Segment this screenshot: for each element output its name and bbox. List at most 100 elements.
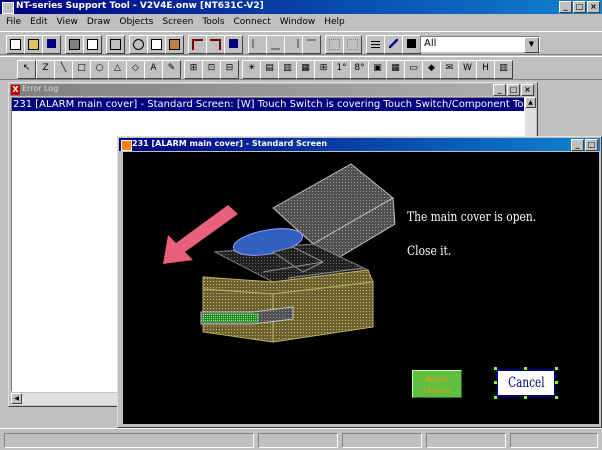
menu-window[interactable]: Window	[280, 17, 316, 27]
standard-toolbar: All ▼	[0, 31, 602, 55]
menu-draw[interactable]: Draw	[87, 17, 111, 27]
alarm-history-label-2: history	[423, 386, 451, 395]
error-log-minimize-button[interactable]: _	[493, 84, 506, 96]
print-preview-icon[interactable]	[83, 35, 102, 54]
window-icon[interactable]: W	[458, 60, 477, 79]
selection-handle[interactable]	[523, 395, 528, 400]
library-icon[interactable]: ⊡	[202, 60, 221, 79]
draw-toolbar: ↖ Z ╲ □ ○ △ ◇ A ✎ ⊞ ⊡ ⊟ ☀ ▤ ▥ ▦ ⊞ 1° 8° …	[0, 56, 602, 80]
properties-icon[interactable]	[106, 35, 125, 54]
menu-view[interactable]: View	[57, 17, 78, 27]
new-file-icon[interactable]	[6, 35, 25, 54]
message-icon[interactable]: ✉	[440, 60, 459, 79]
status-panel-2	[258, 433, 338, 448]
redo-icon[interactable]	[206, 35, 225, 54]
help-cursor-icon[interactable]	[224, 35, 243, 54]
bar-graph-icon[interactable]: ▣	[368, 60, 387, 79]
diamond-icon[interactable]: ◇	[126, 60, 145, 79]
polyline-icon[interactable]: Z	[36, 60, 55, 79]
screen-canvas[interactable]: The main cover is open. Close it. Alarm …	[123, 152, 599, 424]
screen-editor-window: 231 [ALARM main cover] - Standard Screen…	[117, 136, 602, 428]
lamp-icon[interactable]: ☀	[242, 60, 261, 79]
layer-icon[interactable]	[402, 35, 421, 54]
menu-objects[interactable]: Objects	[119, 17, 153, 27]
status-panel-5	[510, 433, 598, 448]
circle-icon[interactable]: ○	[90, 60, 109, 79]
group-icon[interactable]	[325, 35, 344, 54]
select-pointer-icon[interactable]: ↖	[17, 60, 36, 79]
screen-icon	[121, 140, 132, 151]
string-display-icon[interactable]: ▦	[296, 60, 315, 79]
polygon-icon[interactable]: △	[108, 60, 127, 79]
frame-icon[interactable]: ⊟	[220, 60, 239, 79]
text-icon[interactable]: A	[144, 60, 163, 79]
screen-minimize-button[interactable]: _	[571, 139, 584, 151]
menu-connect[interactable]: Connect	[234, 17, 271, 27]
mark-icon[interactable]: ✎	[162, 60, 181, 79]
string-input-icon[interactable]: 8°	[350, 60, 369, 79]
selection-handle[interactable]	[554, 366, 559, 371]
align-right-icon[interactable]	[284, 35, 303, 54]
numeral-input-icon[interactable]: 1°	[332, 60, 351, 79]
error-log-title-bar: X Error Log _ □ ×	[10, 84, 536, 96]
cut-icon[interactable]	[129, 35, 148, 54]
align-left-icon[interactable]	[248, 35, 267, 54]
menu-file[interactable]: File	[6, 17, 21, 27]
broken-line-icon[interactable]: ▭	[404, 60, 423, 79]
app-title-bar: NT-series Support Tool - V2V4E.onw [NT63…	[0, 0, 602, 14]
status-panel-3	[342, 433, 422, 448]
selection-handle[interactable]	[493, 380, 498, 385]
grid-icon[interactable]	[366, 35, 385, 54]
scroll-left-icon[interactable]: ◀	[11, 393, 22, 404]
status-panel-4	[426, 433, 506, 448]
message-line-1: The main cover is open.	[407, 210, 537, 225]
ungroup-icon[interactable]	[343, 35, 362, 54]
menu-bar: File Edit View Draw Objects Screen Tools…	[0, 15, 602, 29]
selection-handle[interactable]	[554, 395, 559, 400]
align-top-icon[interactable]	[302, 35, 321, 54]
cancel-button[interactable]: Cancel	[496, 369, 556, 397]
app-icon	[2, 2, 14, 14]
menu-tools[interactable]: Tools	[202, 17, 224, 27]
error-log-row[interactable]: 231 [ALARM main cover] - Standard Screen…	[12, 98, 524, 111]
alarm-history-button[interactable]: Alarm history	[412, 370, 462, 398]
print-icon[interactable]	[65, 35, 84, 54]
scroll-up-icon[interactable]: ▲	[525, 97, 536, 108]
menu-screen[interactable]: Screen	[162, 17, 193, 27]
menu-edit[interactable]: Edit	[30, 17, 47, 27]
numeral-display-icon[interactable]: ▥	[278, 60, 297, 79]
selection-handle[interactable]	[554, 380, 559, 385]
line-icon[interactable]: ╲	[54, 60, 73, 79]
maximize-button[interactable]: □	[573, 1, 586, 13]
machine-box	[200, 163, 396, 343]
pencil-icon[interactable]	[384, 35, 403, 54]
app-title: NT-series Support Tool - V2V4E.onw [NT63…	[16, 1, 264, 11]
undo-icon[interactable]	[188, 35, 207, 54]
layer-select[interactable]: All ▼	[420, 36, 540, 53]
selection-handle[interactable]	[493, 366, 498, 371]
table-icon[interactable]: ▥	[494, 60, 513, 79]
screen-maximize-button[interactable]: □	[585, 139, 598, 151]
bitmap-icon[interactable]: ⊞	[184, 60, 203, 79]
align-center-icon[interactable]	[266, 35, 285, 54]
close-button[interactable]: ×	[587, 1, 600, 13]
save-icon[interactable]	[42, 35, 61, 54]
error-log-maximize-button[interactable]: □	[507, 84, 520, 96]
copy-icon[interactable]	[147, 35, 166, 54]
status-panel-main	[4, 433, 254, 448]
minimize-button[interactable]: _	[559, 1, 572, 13]
rectangle-icon[interactable]: □	[72, 60, 91, 79]
chevron-down-icon[interactable]: ▼	[524, 37, 539, 53]
thumbwheel-icon[interactable]: ⊞	[314, 60, 333, 79]
selection-handle[interactable]	[523, 366, 528, 371]
trend-graph-icon[interactable]: ▦	[386, 60, 405, 79]
alarm-list-icon[interactable]: ◆	[422, 60, 441, 79]
selection-handle[interactable]	[493, 395, 498, 400]
touch-switch-icon[interactable]: ▤	[260, 60, 279, 79]
menu-help[interactable]: Help	[324, 17, 345, 27]
header-icon[interactable]: H	[476, 60, 495, 79]
message-line-2: Close it.	[407, 244, 452, 259]
error-log-close-button[interactable]: ×	[521, 84, 534, 96]
open-folder-icon[interactable]	[24, 35, 43, 54]
paste-icon[interactable]	[165, 35, 184, 54]
